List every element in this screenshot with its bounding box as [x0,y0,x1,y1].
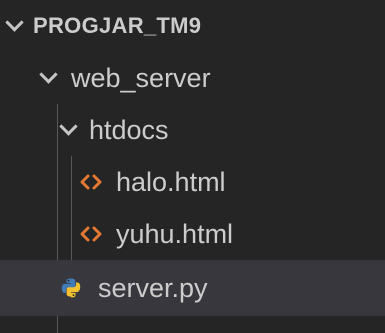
folder-label: htdocs [89,114,169,145]
file-row-halo-html[interactable]: halo.html [0,156,385,208]
file-row-yuhu-html[interactable]: yuhu.html [0,208,385,260]
file-explorer: PROGJAR_TM9 web_server htdocs halo.html … [0,0,385,333]
chevron-down-icon [39,64,58,84]
folder-row-web-server[interactable]: web_server [0,52,385,104]
file-label: server.py [98,272,208,303]
html-file-icon [80,226,102,242]
file-label: halo.html [116,166,226,197]
folder-label: web_server [71,62,211,93]
root-folder-label: PROGJAR_TM9 [33,13,202,38]
folder-row-htdocs[interactable]: htdocs [0,104,385,156]
file-row-server-py[interactable]: server.py [0,260,385,316]
root-folder-row[interactable]: PROGJAR_TM9 [0,0,385,52]
html-file-icon [80,174,102,190]
python-file-icon [61,278,81,298]
file-label: yuhu.html [116,218,234,249]
chevron-down-icon [59,116,78,136]
chevron-down-icon [5,12,24,32]
